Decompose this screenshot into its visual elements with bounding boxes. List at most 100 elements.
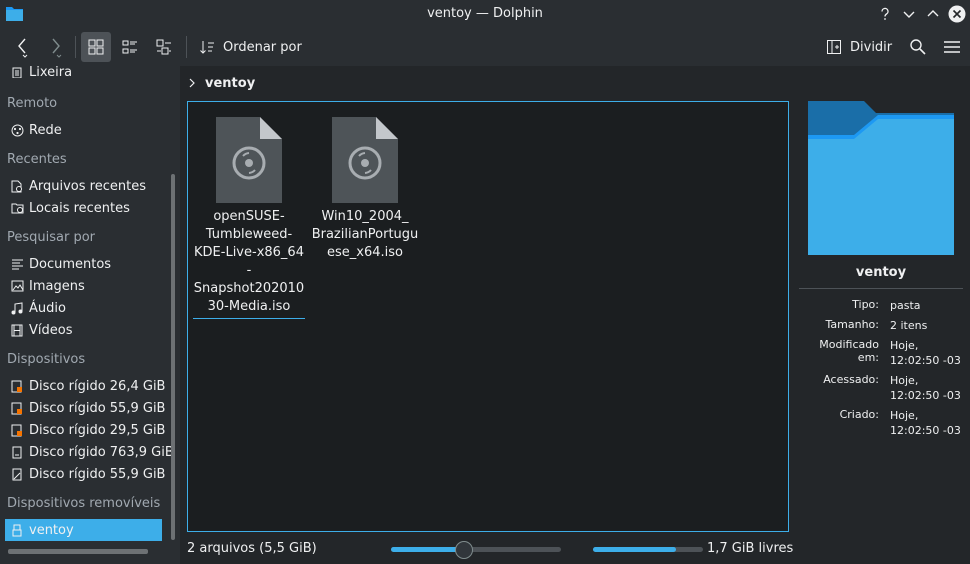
section-header-remote: Remoto xyxy=(7,96,58,111)
chevron-right-icon xyxy=(189,78,195,88)
hard-drive-icon xyxy=(10,467,24,481)
forward-arrow-icon xyxy=(52,38,62,58)
back-arrow-icon xyxy=(18,38,28,58)
menu-button[interactable] xyxy=(938,32,966,62)
sidebar-item-recent-files[interactable]: Arquivos recentes xyxy=(5,175,162,197)
sidebar-item-ventoy[interactable]: ventoy xyxy=(5,519,162,541)
icons-view-button[interactable] xyxy=(81,32,111,62)
meta-size-value: 2 itens xyxy=(890,319,928,332)
split-label: Dividir xyxy=(850,39,893,55)
close-icon[interactable] xyxy=(947,4,967,24)
minimize-icon[interactable] xyxy=(899,4,919,24)
hard-drive-icon xyxy=(10,423,24,437)
file-name: openSUSE- Tumbleweed- KDE-Live-x86_64- S… xyxy=(193,208,305,319)
images-icon xyxy=(10,279,24,293)
maximize-icon[interactable] xyxy=(923,4,943,24)
sidebar-item-network[interactable]: Rede xyxy=(5,119,162,141)
meta-type-label: Tipo: xyxy=(852,298,879,311)
meta-accessed-label: Acessado: xyxy=(823,373,879,386)
sidebar-item-device[interactable]: Disco rígido 26,4 GiB xyxy=(5,375,165,397)
sidebar-item-label: ventoy xyxy=(29,522,74,538)
hamburger-menu-icon xyxy=(944,41,960,53)
disc-image-file-icon xyxy=(216,117,282,203)
sidebar-item-device[interactable]: Disco rígido 55,9 GiB xyxy=(5,397,166,419)
file-view[interactable]: openSUSE- Tumbleweed- KDE-Live-x86_64- S… xyxy=(187,101,789,532)
sidebar-item-recent-locations[interactable]: Locais recentes xyxy=(5,197,162,219)
split-button[interactable]: Dividir xyxy=(822,32,896,62)
meta-accessed-value: Hoje, 12:02:50 -03 xyxy=(890,374,961,402)
file-item[interactable]: openSUSE- Tumbleweed- KDE-Live-x86_64- S… xyxy=(193,116,305,319)
toolbar-separator xyxy=(75,36,76,58)
sort-by-label: Ordenar por xyxy=(223,39,302,55)
sidebar-item-label: Disco rígido 55,9 GiB xyxy=(29,400,166,416)
sidebar-item-label: Rede xyxy=(29,122,62,138)
free-space-label: 1,7 GiB livres xyxy=(707,541,794,556)
meta-modified-value: Hoje, 12:02:50 -03 xyxy=(890,339,961,367)
back-button[interactable] xyxy=(8,32,36,62)
zoom-slider-fill xyxy=(391,547,465,552)
info-title: ventoy xyxy=(855,265,907,280)
info-divider xyxy=(799,288,963,289)
sidebar-item-device[interactable]: Disco rígido 29,5 GiB xyxy=(5,419,165,441)
meta-size-label: Tamanho: xyxy=(825,318,879,331)
title-bar: ventoy — Dolphin xyxy=(0,0,970,28)
sidebar-item-label: Imagens xyxy=(29,278,85,294)
sort-by-button[interactable]: Ordenar por xyxy=(195,32,307,62)
sidebar-item-label: Locais recentes xyxy=(29,200,130,216)
places-panel: Lixeira Remoto Rede Recentes Arquivos re… xyxy=(0,63,180,564)
trash-icon xyxy=(10,65,24,79)
sidebar-item-videos[interactable]: Vídeos xyxy=(5,319,162,341)
sidebar-item-label: Arquivos recentes xyxy=(29,178,146,194)
free-space-bar-fill xyxy=(593,547,676,552)
sort-icon xyxy=(200,41,214,54)
usb-drive-icon xyxy=(10,523,24,537)
section-header-removable: Dispositivos removíveis xyxy=(7,496,161,511)
sidebar-item-trash[interactable]: Lixeira xyxy=(5,63,162,81)
icons-view-icon xyxy=(88,39,104,55)
section-header-recent: Recentes xyxy=(7,152,67,167)
hard-drive-icon xyxy=(10,445,24,459)
meta-created-value: Hoje, 12:02:50 -03 xyxy=(890,409,961,437)
sidebar-item-label: Disco rígido 763,9 GiB xyxy=(29,444,174,460)
music-note-icon xyxy=(10,301,24,315)
details-view-button[interactable] xyxy=(149,32,179,62)
sidebar-item-label: Documentos xyxy=(29,256,112,272)
file-name: Win10_2004_ BrazilianPortugu ese_x64.iso xyxy=(311,209,419,260)
sidebar-vertical-scrollbar[interactable] xyxy=(171,174,175,540)
breadcrumb: ventoy xyxy=(187,72,255,94)
sidebar-item-audio[interactable]: Áudio xyxy=(5,297,162,319)
zoom-slider[interactable] xyxy=(391,541,561,559)
section-header-devices: Dispositivos xyxy=(7,352,86,367)
folder-preview-icon xyxy=(808,101,954,255)
meta-type-value: pasta xyxy=(890,299,921,312)
sidebar-item-images[interactable]: Imagens xyxy=(5,275,162,297)
disc-image-file-icon xyxy=(332,117,398,203)
hard-drive-icon xyxy=(10,401,24,415)
network-icon xyxy=(10,123,24,137)
compact-view-button[interactable] xyxy=(115,32,145,62)
compact-view-icon xyxy=(122,40,137,54)
sidebar-item-label: Disco rígido 55,9 GiB xyxy=(29,466,166,482)
sidebar-item-label: Áudio xyxy=(29,300,66,316)
recent-locations-icon xyxy=(10,201,24,215)
hard-drive-icon xyxy=(10,379,24,393)
forward-button[interactable] xyxy=(42,32,70,62)
toolbar: Ordenar por Dividir xyxy=(0,28,970,66)
sidebar-horizontal-scrollbar[interactable] xyxy=(8,549,148,554)
toolbar-separator xyxy=(186,36,187,58)
sidebar-item-label: Lixeira xyxy=(29,64,73,80)
sidebar-item-documents[interactable]: Documentos xyxy=(5,253,162,275)
file-item[interactable]: Win10_2004_ BrazilianPortugu ese_x64.iso xyxy=(309,116,421,262)
zoom-slider-handle[interactable] xyxy=(455,541,474,559)
search-button[interactable] xyxy=(904,32,932,62)
search-icon xyxy=(910,39,926,55)
meta-modified-label: Modificado em: xyxy=(819,338,879,364)
help-icon[interactable] xyxy=(875,4,895,24)
details-view-icon xyxy=(156,39,171,55)
sidebar-item-device[interactable]: Disco rígido 763,9 GiB xyxy=(5,441,174,463)
free-space-bar xyxy=(593,547,703,552)
status-summary: 2 arquivos (5,5 GiB) xyxy=(187,541,317,556)
sidebar-item-device[interactable]: Disco rígido 55,9 GiB xyxy=(5,463,166,485)
sidebar-item-label: Vídeos xyxy=(29,322,73,338)
breadcrumb-current[interactable]: ventoy xyxy=(205,76,255,91)
